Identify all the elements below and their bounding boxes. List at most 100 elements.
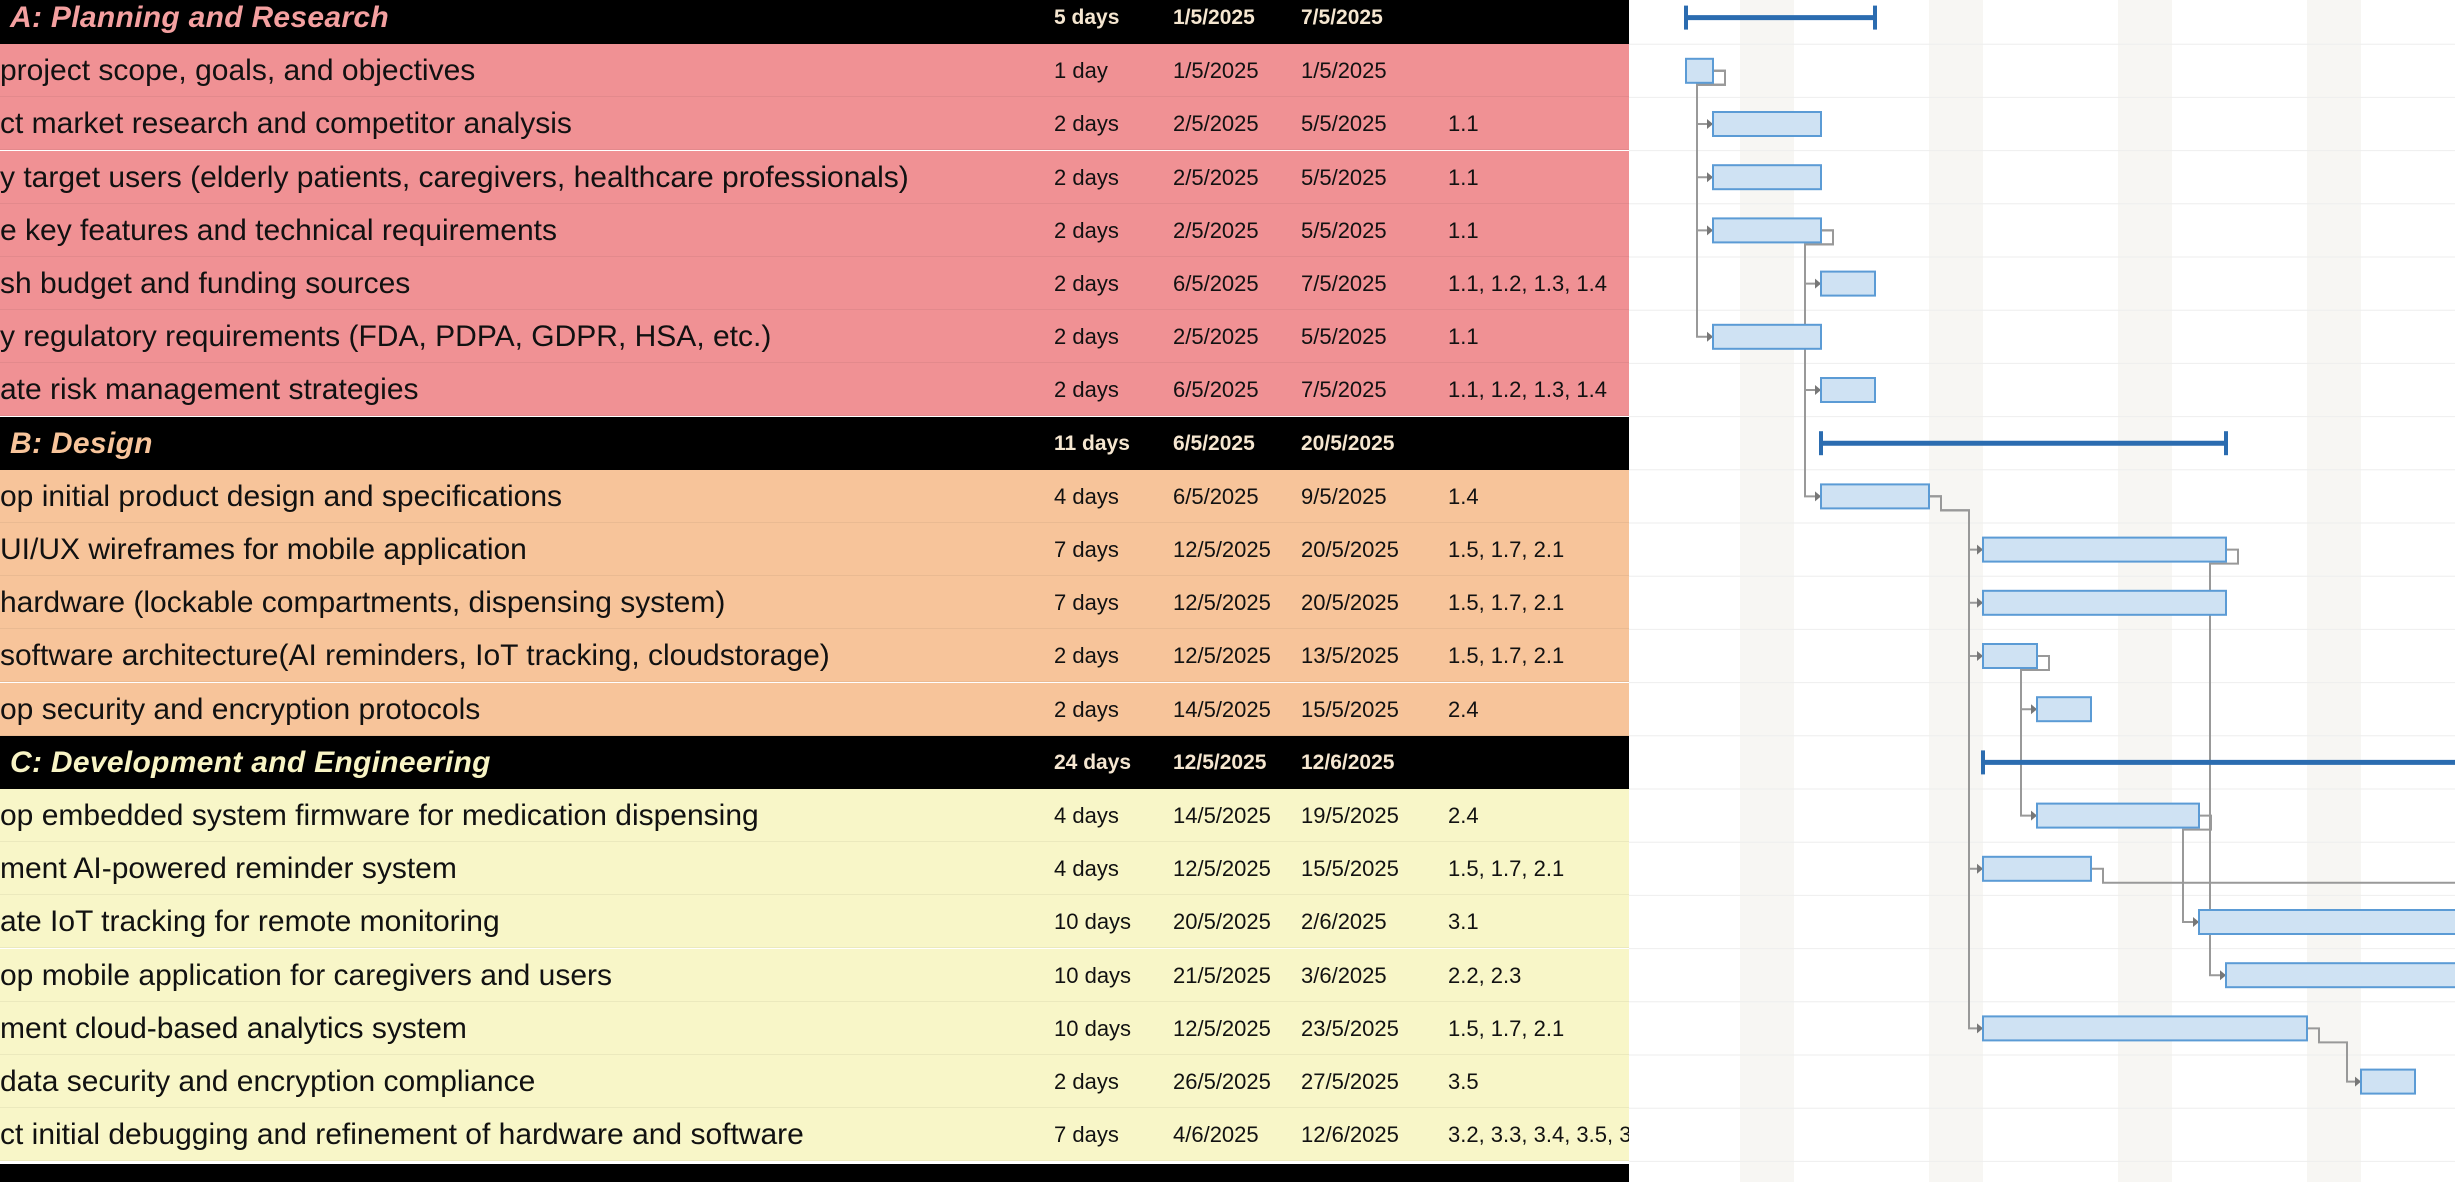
predecessors-cell: 1.5, 1.7, 2.1	[1448, 1015, 1565, 1041]
task-name-cell: B: Design	[10, 426, 153, 460]
start-date-cell: 2/5/2025	[1173, 324, 1259, 350]
start-date-cell: 12/5/2025	[1173, 643, 1271, 669]
end-date-cell: 7/5/2025	[1301, 377, 1387, 403]
predecessors-cell: 2.4	[1448, 696, 1479, 722]
start-date-cell: 4/6/2025	[1173, 1122, 1259, 1148]
duration-cell: 7 days	[1054, 537, 1119, 562]
task-name-cell: A: Planning and Research	[10, 1, 389, 34]
task-row[interactable]: project scope, goals, and objectives 1 da…	[0, 44, 1629, 98]
task-name-cell: C: Development and Engineering	[10, 745, 491, 779]
duration-cell: 5 days	[1054, 6, 1120, 29]
task-row[interactable]: op security and encryption protocols 2 da…	[0, 682, 1629, 736]
start-date-cell: 6/5/2025	[1173, 271, 1259, 296]
phase-row[interactable]: A: Planning and Research 5 days 1/5/2025 7/…	[0, 0, 1629, 44]
task-name-cell: hardware (lockable compartments, dispens…	[0, 586, 726, 620]
predecessors-cell: 3.1	[1448, 909, 1479, 935]
task-row[interactable]: op initial product design and specificat…	[0, 469, 1629, 523]
end-date-cell: 5/5/2025	[1301, 111, 1387, 137]
gantt-chart	[1629, 0, 2455, 1182]
task-bar	[2198, 909, 2455, 935]
duration-cell: 2 days	[1054, 377, 1119, 403]
end-date-cell: 20/5/2025	[1301, 537, 1399, 562]
duration-cell: 7 days	[1054, 590, 1119, 616]
task-row[interactable]: e key features and technical requirement…	[0, 203, 1629, 257]
task-row[interactable]: ct market research and competitor analys…	[0, 97, 1629, 151]
duration-cell: 11 days	[1054, 431, 1130, 455]
end-date-cell: 1/5/2025	[1301, 58, 1387, 84]
task-row[interactable]: data security and encryption compliance 2…	[0, 1055, 1629, 1108]
task-name-cell: op mobile application for caregivers and…	[0, 958, 612, 992]
weekend-column	[2334, 0, 2361, 1182]
task-bar	[1685, 57, 1714, 84]
predecessors-cell	[1448, 0, 1629, 44]
task-row[interactable]: UI/UX wireframes for mobile application 7…	[0, 523, 1629, 576]
task-name-cell: ment cloud-based analytics system	[0, 1011, 467, 1045]
start-date-cell: 1/5/2025	[1173, 6, 1255, 29]
task-bar	[1820, 270, 1876, 297]
task-bar	[2036, 696, 2092, 723]
duration-cell: 1 day	[1054, 58, 1108, 84]
task-name-cell: ment AI-powered reminder system	[0, 852, 457, 886]
end-date-cell: 12/6/2025	[1301, 1122, 1399, 1148]
task-name-cell: project scope, goals, and objectives	[0, 54, 476, 88]
task-row[interactable]: ate risk management strategies 2 days 6/5/…	[0, 363, 1629, 417]
predecessors-cell: 1.5, 1.7, 2.1	[1448, 643, 1565, 669]
start-date-cell: 12/5/2025	[1173, 590, 1271, 616]
task-bar	[2036, 802, 2200, 829]
task-row[interactable]: ment AI-powered reminder system 4 days 12/…	[0, 842, 1629, 896]
start-date-cell: 26/5/2025	[1173, 1069, 1271, 1094]
end-date-cell: 2/6/2025	[1301, 909, 1387, 935]
next-phase-row-partial	[0, 1164, 1629, 1182]
end-date-cell: 5/5/2025	[1301, 217, 1387, 243]
start-date-cell: 6/5/2025	[1173, 377, 1259, 403]
task-name-cell: ct initial debugging and refinement of h…	[0, 1118, 804, 1152]
task-row[interactable]: op mobile application for caregivers and…	[0, 948, 1629, 1002]
start-date-cell: 20/5/2025	[1173, 909, 1271, 935]
start-date-cell: 21/5/2025	[1173, 962, 1271, 988]
task-name-cell: y regulatory requirements (FDA, PDPA, GD…	[0, 320, 772, 354]
start-date-cell: 6/5/2025	[1173, 431, 1255, 455]
task-name-cell: op security and encryption protocols	[0, 692, 481, 726]
predecessors-cell: 1.1, 1.2, 1.3, 1.4	[1448, 271, 1608, 296]
task-bar	[1712, 217, 1822, 244]
duration-cell: 4 days	[1054, 803, 1119, 828]
end-date-cell: 12/6/2025	[1301, 750, 1395, 774]
predecessors-cell: 1.5, 1.7, 2.1	[1448, 856, 1565, 882]
end-date-cell: 15/5/2025	[1301, 856, 1399, 882]
predecessors-cell: 3.5	[1448, 1069, 1479, 1094]
task-name-cell: op initial product design and specificat…	[0, 479, 563, 513]
task-row[interactable]: sh budget and funding sources 2 days 6/5/2…	[0, 257, 1629, 310]
task-row[interactable]: op embedded system firmware for medicati…	[0, 789, 1629, 842]
duration-cell: 10 days	[1054, 1015, 1132, 1041]
weekend-column	[2307, 0, 2334, 1182]
predecessors-cell	[1448, 736, 1629, 789]
task-bar	[1982, 643, 2038, 669]
duration-cell: 2 days	[1054, 643, 1119, 669]
end-date-cell: 3/6/2025	[1301, 962, 1387, 988]
task-name-cell: ct market research and competitor analys…	[0, 107, 572, 141]
task-grid: A: Planning and Research 5 days 1/5/2025 7/…	[0, 0, 1629, 1182]
task-row[interactable]: y target users (elderly patients, caregi…	[0, 150, 1629, 204]
start-date-cell: 14/5/2025	[1173, 803, 1271, 828]
phase-row[interactable]: C: Development and Engineering 24 days 12/…	[0, 735, 1629, 789]
duration-cell: 2 days	[1054, 324, 1119, 350]
task-bar	[1982, 855, 2092, 882]
end-date-cell: 20/5/2025	[1301, 431, 1395, 455]
task-bar	[2225, 962, 2455, 989]
task-bar	[1712, 111, 1822, 137]
task-row[interactable]: ment cloud-based analytics system 10 days…	[0, 1001, 1629, 1055]
task-name-cell: UI/UX wireframes for mobile application	[0, 533, 527, 566]
end-date-cell: 7/5/2025	[1301, 6, 1383, 29]
start-date-cell: 12/5/2025	[1173, 750, 1267, 774]
task-name-cell: software architecture(AI reminders, IoT …	[0, 639, 830, 673]
task-bar	[1982, 589, 2227, 616]
predecessors-cell	[1448, 417, 1629, 470]
predecessors-cell: 1.5, 1.7, 2.1	[1448, 537, 1565, 562]
task-row[interactable]: ate IoT tracking for remote monitoring 10…	[0, 895, 1629, 949]
duration-cell: 4 days	[1054, 483, 1119, 509]
task-row[interactable]: y regulatory requirements (FDA, PDPA, GD…	[0, 310, 1629, 364]
phase-row[interactable]: B: Design 11 days 6/5/2025 20/5/2025	[0, 416, 1629, 470]
task-row[interactable]: ct initial debugging and refinement of h…	[0, 1108, 1629, 1162]
task-row[interactable]: software architecture(AI reminders, IoT …	[0, 629, 1629, 683]
task-row[interactable]: hardware (lockable compartments, dispens…	[0, 576, 1629, 630]
